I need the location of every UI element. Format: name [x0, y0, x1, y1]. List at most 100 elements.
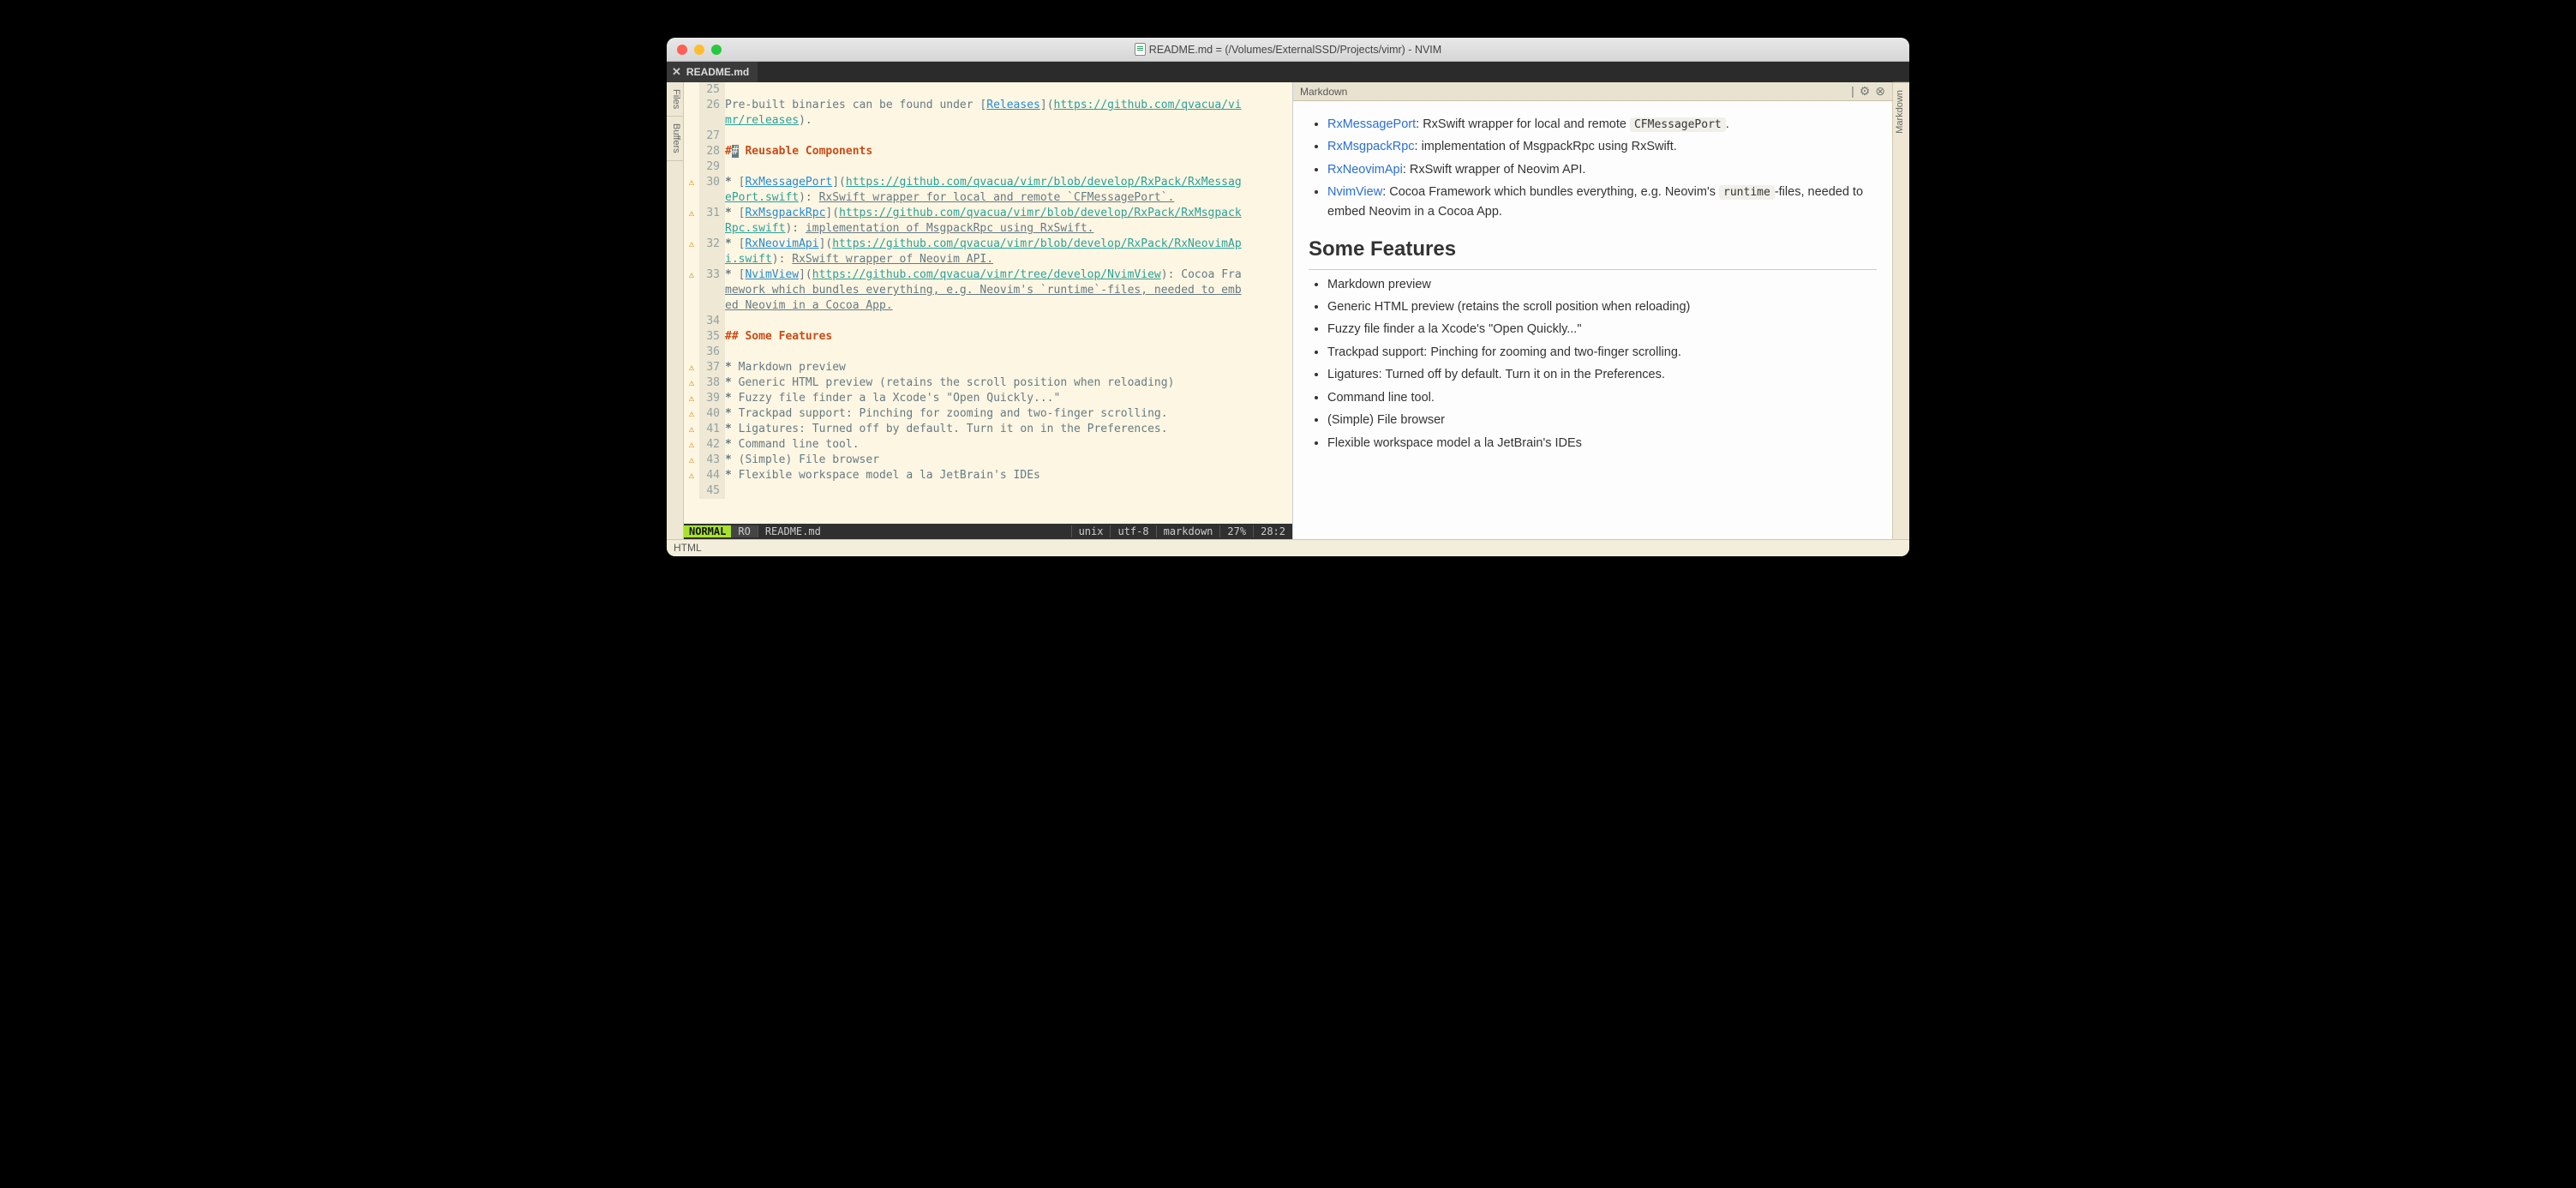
- preview-link[interactable]: RxMessagePort: [1327, 117, 1416, 131]
- editor-tabbar: ✕ README.md: [667, 62, 1909, 82]
- zoom-icon[interactable]: [711, 45, 722, 55]
- code-text[interactable]: ePort.swift): RxSwift wrapper for local …: [725, 190, 1292, 206]
- preview-link[interactable]: RxNeovimApi: [1327, 163, 1403, 177]
- code-text[interactable]: * Flexible workspace model a la JetBrain…: [725, 468, 1292, 483]
- code-text[interactable]: * [RxNeovimApi](https://github.com/qvacu…: [725, 237, 1292, 252]
- warning-icon: ⚠: [684, 437, 699, 453]
- code-text[interactable]: [725, 159, 1292, 175]
- document-icon: [1135, 43, 1146, 56]
- editor-line[interactable]: ⚠41* Ligatures: Turned off by default. T…: [684, 422, 1292, 437]
- code-text[interactable]: * [RxMsgpackRpc](https://github.com/qvac…: [725, 206, 1292, 221]
- titlebar[interactable]: README.md = (/Volumes/ExternalSSD/Projec…: [667, 38, 1909, 62]
- list-item: Fuzzy file finder a la Xcode's "Open Qui…: [1327, 320, 1877, 339]
- editor-line[interactable]: ePort.swift): RxSwift wrapper for local …: [684, 190, 1292, 206]
- code-text[interactable]: ## Reusable Components: [725, 144, 1292, 159]
- preview-body[interactable]: RxMessagePort: RxSwift wrapper for local…: [1293, 101, 1892, 539]
- side-tab-markdown[interactable]: Markdown: [1893, 82, 1909, 141]
- preview-title: Markdown: [1300, 86, 1347, 98]
- editor-line[interactable]: ⚠43* (Simple) File browser: [684, 453, 1292, 468]
- editor-line[interactable]: 28## Reusable Components: [684, 144, 1292, 159]
- editor-line[interactable]: ⚠40* Trackpad support: Pinching for zoom…: [684, 406, 1292, 422]
- editor-line[interactable]: ⚠32* [RxNeovimApi](https://github.com/qv…: [684, 237, 1292, 252]
- editor-line[interactable]: 27: [684, 129, 1292, 144]
- right-tool-tabs: Markdown: [1892, 82, 1909, 539]
- footer-bar: HTML: [667, 539, 1909, 556]
- footer-label[interactable]: HTML: [674, 542, 702, 554]
- code-text[interactable]: [725, 82, 1292, 98]
- code-text[interactable]: * (Simple) File browser: [725, 453, 1292, 468]
- code-text[interactable]: * Markdown preview: [725, 360, 1292, 375]
- code-text[interactable]: * Ligatures: Turned off by default. Turn…: [725, 422, 1292, 437]
- editor-line[interactable]: ed Neovim in a Cocoa App.: [684, 298, 1292, 314]
- code-text[interactable]: [725, 345, 1292, 360]
- code-text[interactable]: mr/releases).: [725, 113, 1292, 129]
- code-text[interactable]: [725, 483, 1292, 499]
- warning-icon: ⚠: [684, 237, 699, 252]
- editor-line[interactable]: 35## Some Features: [684, 329, 1292, 345]
- list-item: RxMsgpackRpc: implementation of MsgpackR…: [1327, 137, 1877, 156]
- side-tab-buffers[interactable]: Buffers: [667, 117, 683, 161]
- close-tab-icon[interactable]: ✕: [672, 65, 681, 79]
- editor-line[interactable]: 36: [684, 345, 1292, 360]
- list-item: RxMessagePort: RxSwift wrapper for local…: [1327, 115, 1877, 134]
- editor-line[interactable]: mework which bundles everything, e.g. Ne…: [684, 283, 1292, 298]
- code-text[interactable]: Pre-built binaries can be found under [R…: [725, 98, 1292, 113]
- gear-icon[interactable]: ⚙: [1860, 84, 1871, 99]
- editor-line[interactable]: ⚠37* Markdown preview: [684, 360, 1292, 375]
- code-text[interactable]: [725, 314, 1292, 329]
- editor-line[interactable]: Rpc.swift): implementation of MsgpackRpc…: [684, 221, 1292, 237]
- code-text[interactable]: * [RxMessagePort](https://github.com/qva…: [725, 175, 1292, 190]
- line-number: 31: [699, 206, 725, 221]
- editor-body[interactable]: 25 26Pre-built binaries can be found und…: [684, 82, 1292, 524]
- editor-line[interactable]: 25: [684, 82, 1292, 98]
- editor-line[interactable]: ⚠33* [NvimView](https://github.com/qvacu…: [684, 267, 1292, 283]
- code-text[interactable]: [725, 129, 1292, 144]
- code-text[interactable]: Rpc.swift): implementation of MsgpackRpc…: [725, 221, 1292, 237]
- close-preview-icon[interactable]: ⊗: [1875, 84, 1885, 99]
- editor-line[interactable]: 34: [684, 314, 1292, 329]
- line-number: [699, 252, 725, 267]
- line-number: 44: [699, 468, 725, 483]
- editor-line[interactable]: i.swift): RxSwift wrapper of Neovim API.: [684, 252, 1292, 267]
- code-text[interactable]: * Trackpad support: Pinching for zooming…: [725, 406, 1292, 422]
- warning-icon: [684, 298, 699, 314]
- editor-line[interactable]: ⚠31* [RxMsgpackRpc](https://github.com/q…: [684, 206, 1292, 221]
- minimize-icon[interactable]: [694, 45, 704, 55]
- warning-icon: ⚠: [684, 206, 699, 221]
- editor-line[interactable]: 29: [684, 159, 1292, 175]
- warning-icon: ⚠: [684, 175, 699, 190]
- code-text[interactable]: ed Neovim in a Cocoa App.: [725, 298, 1292, 314]
- list-item: Ligatures: Turned off by default. Turn i…: [1327, 365, 1877, 384]
- traffic-lights: [677, 45, 722, 55]
- code-text[interactable]: mework which bundles everything, e.g. Ne…: [725, 283, 1292, 298]
- editor-line[interactable]: ⚠38* Generic HTML preview (retains the s…: [684, 375, 1292, 391]
- line-number: 40: [699, 406, 725, 422]
- editor-line[interactable]: ⚠39* Fuzzy file finder a la Xcode's "Ope…: [684, 391, 1292, 406]
- preview-link[interactable]: NvimView: [1327, 185, 1382, 199]
- preview-link[interactable]: RxMsgpackRpc: [1327, 140, 1415, 153]
- left-tool-tabs: Files Buffers: [667, 82, 684, 539]
- warning-icon: ⚠: [684, 375, 699, 391]
- code-text[interactable]: * [NvimView](https://github.com/qvacua/v…: [725, 267, 1292, 283]
- side-tab-files[interactable]: Files: [667, 82, 683, 117]
- line-number: 32: [699, 237, 725, 252]
- tab-readme[interactable]: ✕ README.md: [667, 62, 758, 82]
- code-text[interactable]: ## Some Features: [725, 329, 1292, 345]
- editor-line[interactable]: mr/releases).: [684, 113, 1292, 129]
- line-number: [699, 113, 725, 129]
- warning-icon: ⚠: [684, 406, 699, 422]
- code-text[interactable]: * Command line tool.: [725, 437, 1292, 453]
- editor-line[interactable]: 45: [684, 483, 1292, 499]
- line-number: 42: [699, 437, 725, 453]
- editor-line[interactable]: ⚠44* Flexible workspace model a la JetBr…: [684, 468, 1292, 483]
- line-number: 43: [699, 453, 725, 468]
- preview-header: Markdown | ⚙ ⊗: [1293, 82, 1892, 101]
- editor-line[interactable]: ⚠30* [RxMessagePort](https://github.com/…: [684, 175, 1292, 190]
- close-icon[interactable]: [677, 45, 687, 55]
- code-text[interactable]: * Fuzzy file finder a la Xcode's "Open Q…: [725, 391, 1292, 406]
- code-text[interactable]: i.swift): RxSwift wrapper of Neovim API.: [725, 252, 1292, 267]
- code-text[interactable]: * Generic HTML preview (retains the scro…: [725, 375, 1292, 391]
- editor-line[interactable]: 26Pre-built binaries can be found under …: [684, 98, 1292, 113]
- editor-line[interactable]: ⚠42* Command line tool.: [684, 437, 1292, 453]
- list-item: (Simple) File browser: [1327, 411, 1877, 429]
